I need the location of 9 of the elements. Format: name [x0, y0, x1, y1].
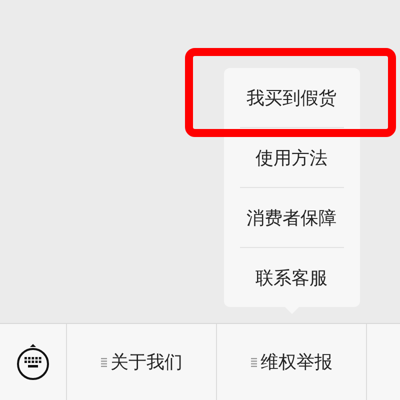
- submenu-item[interactable]: 我买到假货: [246, 86, 336, 110]
- menu-tab[interactable]: 关于我们: [96, 346, 186, 378]
- submenu-item[interactable]: 联系客服: [256, 266, 328, 290]
- keyboard-icon[interactable]: [16, 343, 50, 381]
- menu-icon: [250, 358, 256, 366]
- menu-tab[interactable]: 维权举报: [246, 346, 336, 378]
- menu-icon: [100, 358, 106, 366]
- submenu-item[interactable]: 使用方法: [256, 146, 328, 170]
- submenu-item[interactable]: 消费者保障: [246, 206, 336, 230]
